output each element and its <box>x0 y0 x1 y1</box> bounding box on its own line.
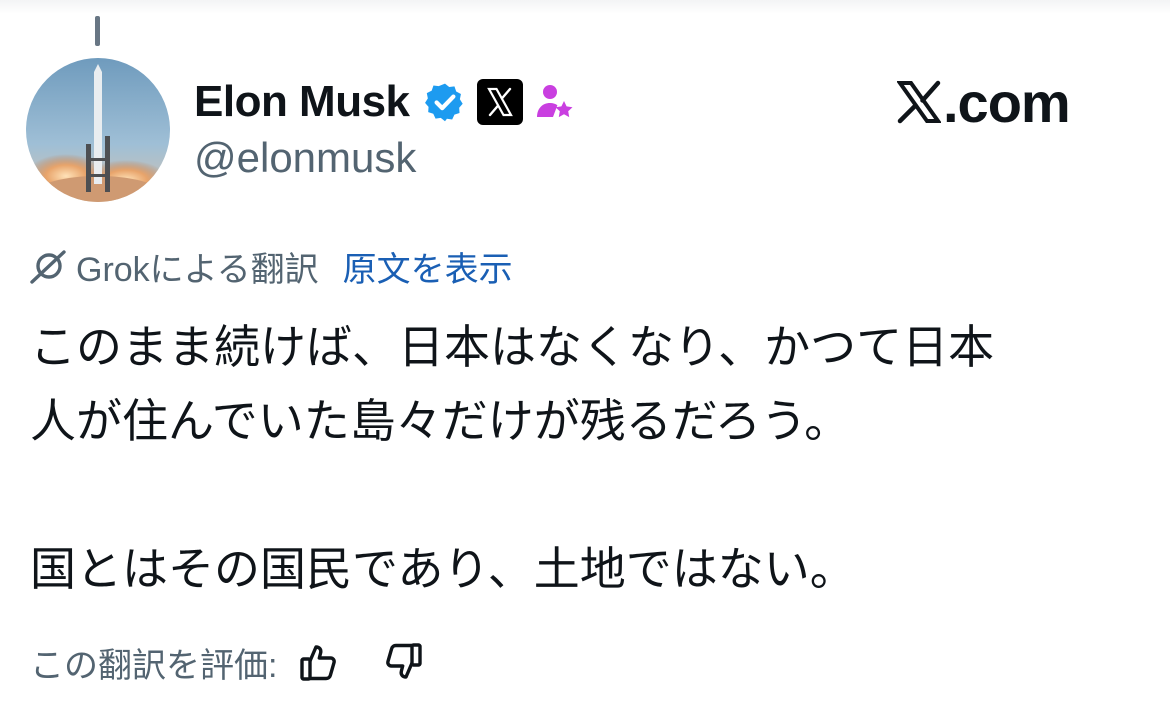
author-name-row[interactable]: Elon Musk <box>194 74 576 130</box>
thumbs-up-icon <box>300 645 337 681</box>
author-handle[interactable]: @elonmusk <box>194 134 416 182</box>
grok-icon <box>28 246 68 286</box>
rate-translation-bar: この翻訳を評価: <box>30 636 427 688</box>
thread-connector-line <box>95 16 100 46</box>
xcom-watermark: .com <box>897 70 1071 134</box>
tweet-line: 国とはその国民であり、土地ではない。 <box>30 543 856 595</box>
x-affiliate-icon[interactable] <box>476 78 524 126</box>
avatar[interactable] <box>26 58 170 202</box>
tweet-line: このまま続けば、日本はなくなり、かつて日本 <box>30 321 995 373</box>
rate-translation-label: この翻訳を評価: <box>30 646 278 685</box>
translation-bar: Grokによる翻訳 原文を表示 <box>28 242 513 290</box>
verified-badge-icon[interactable] <box>424 81 466 123</box>
thumbs-up-button[interactable] <box>295 638 343 686</box>
thumbs-down-icon <box>386 643 423 679</box>
subscriber-icon[interactable] <box>534 81 576 123</box>
author-display-name[interactable]: Elon Musk <box>194 77 410 127</box>
thumbs-down-button[interactable] <box>379 638 427 686</box>
tweet-line: 人が住んでいた島々だけが残るだろう。 <box>30 395 851 447</box>
tweet-text: このまま続けば、日本はなくなり、かつて日本 人が住んでいた島々だけが残るだろう。… <box>30 310 1130 606</box>
xcom-watermark-text: .com <box>943 70 1071 134</box>
show-original-link[interactable]: 原文を表示 <box>343 242 513 291</box>
top-edge <box>0 0 1170 14</box>
x-logo-icon <box>897 80 941 124</box>
translated-by-label: Grokによる翻訳 <box>76 250 319 289</box>
